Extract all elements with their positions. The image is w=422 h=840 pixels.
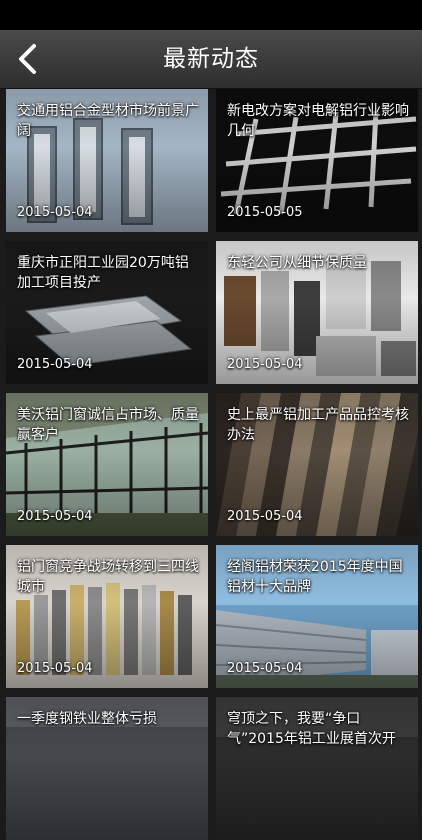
news-title: 穹顶之下，我要“争口气”2015年铝工业展首次开 <box>227 711 396 747</box>
news-card[interactable]: 重庆市正阳工业园20万吨铝加工项目投产 2015-05-04 <box>6 241 208 384</box>
news-card[interactable]: 铝门窗竞争战场转移到三四线城市 2015-05-04 <box>6 545 208 688</box>
news-card[interactable]: 美沃铝门窗诚信占市场、质量赢客户 2015-05-04 <box>6 393 208 536</box>
news-card[interactable]: 经阁铝材荣获2015年度中国铝材十大品牌 2015-05-04 <box>216 545 418 688</box>
news-title: 东轻公司从细节保质量 <box>227 255 367 271</box>
news-date: 2015-05-04 <box>227 509 303 524</box>
news-card[interactable]: 交通用铝合金型材市场前景广阔 2015-05-04 <box>6 89 208 232</box>
news-date: 2015-05-04 <box>227 357 303 372</box>
header: 最新动态 <box>0 30 422 89</box>
news-title: 铝门窗竞争战场转移到三四线城市 <box>17 559 199 595</box>
news-title: 史上最严铝加工产品品控考核办法 <box>227 407 409 443</box>
news-card[interactable]: 一季度钢铁业整体亏损 <box>6 697 208 840</box>
news-date: 2015-05-05 <box>227 205 303 220</box>
news-card[interactable]: 新电改方案对电解铝行业影响几何 2015-05-05 <box>216 89 418 232</box>
news-date: 2015-05-04 <box>17 357 93 372</box>
status-bar <box>0 0 422 30</box>
news-title: 重庆市正阳工业园20万吨铝加工项目投产 <box>17 255 189 291</box>
news-card[interactable]: 史上最严铝加工产品品控考核办法 2015-05-04 <box>216 393 418 536</box>
page-title: 最新动态 <box>163 46 259 72</box>
news-date: 2015-05-04 <box>17 509 93 524</box>
news-card[interactable]: 穹顶之下，我要“争口气”2015年铝工业展首次开 <box>216 697 418 840</box>
news-card[interactable]: 东轻公司从细节保质量 2015-05-04 <box>216 241 418 384</box>
news-date: 2015-05-04 <box>17 205 93 220</box>
news-title: 美沃铝门窗诚信占市场、质量赢客户 <box>17 407 199 443</box>
news-title: 经阁铝材荣获2015年度中国铝材十大品牌 <box>227 559 403 595</box>
news-date: 2015-05-04 <box>227 661 303 676</box>
news-title: 一季度钢铁业整体亏损 <box>17 711 157 727</box>
news-title: 新电改方案对电解铝行业影响几何 <box>227 103 409 139</box>
news-date: 2015-05-04 <box>17 661 93 676</box>
news-title: 交通用铝合金型材市场前景广阔 <box>17 103 199 139</box>
